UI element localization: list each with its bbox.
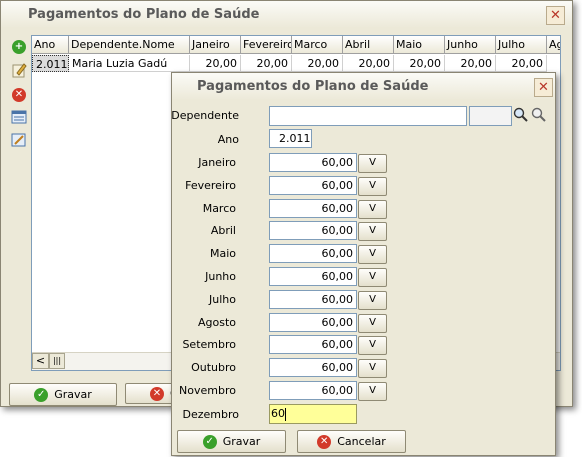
month-field-setembro[interactable]: 60,00	[269, 335, 357, 354]
month-label-junho: Junho	[205, 270, 236, 283]
check-icon: ✓	[34, 387, 49, 402]
month-v-button-julho[interactable]: V	[358, 291, 387, 310]
table-header-marco[interactable]: Marco	[292, 36, 343, 54]
month-value-agosto: 60,00	[321, 316, 354, 329]
month-v-button-novembro[interactable]: V	[358, 382, 387, 401]
back-close-button[interactable]: ✕	[546, 6, 565, 25]
month-value-junho: 60,00	[321, 270, 354, 283]
dezembro-value: 60	[271, 407, 285, 420]
table-cell-junho[interactable]: 20,00	[445, 55, 496, 72]
month-label-agosto: Agosto	[197, 316, 236, 329]
table-cell-julho[interactable]: 20,00	[496, 55, 547, 72]
scroll-left-button[interactable]: <	[32, 353, 49, 369]
back-save-button[interactable]: ✓ Gravar	[9, 383, 117, 406]
front-cancel-button[interactable]: ✕ Cancelar	[297, 430, 406, 453]
month-field-fevereiro[interactable]: 60,00	[269, 176, 357, 195]
month-label-marco: Marco	[202, 202, 236, 215]
front-save-label: Gravar	[222, 435, 261, 448]
month-value-marco: 60,00	[321, 202, 354, 215]
add-icon[interactable]: +	[11, 39, 27, 55]
month-field-outubro[interactable]: 60,00	[269, 358, 357, 377]
edit-icon[interactable]	[11, 62, 27, 78]
dezembro-label: Dezembro	[182, 408, 240, 421]
text-caret	[285, 407, 286, 421]
delete-icon[interactable]: ✕	[11, 87, 27, 103]
month-label-outubro: Outubro	[191, 361, 236, 374]
month-v-button-agosto[interactable]: V	[358, 314, 387, 333]
month-v-button-janeiro[interactable]: V	[358, 154, 387, 173]
cancel-icon: ✕	[150, 386, 164, 401]
month-label-janeiro: Janeiro	[198, 156, 236, 169]
month-v-button-fevereiro[interactable]: V	[358, 177, 387, 196]
back-window-titlebar[interactable]: Pagamentos do Plano de Saúde ✕	[1, 1, 572, 28]
dezembro-field[interactable]: 60	[269, 404, 357, 424]
month-value-novembro: 60,00	[321, 384, 354, 397]
check-icon: ✓	[202, 434, 217, 449]
table-header-fevereiro[interactable]: Fevereiro	[241, 36, 292, 54]
scroll-left-glyph: <	[35, 354, 46, 367]
month-value-maio: 60,00	[321, 247, 354, 260]
table-header-julho[interactable]: Julho	[496, 36, 547, 54]
back-window-title: Pagamentos do Plano de Saúde	[28, 7, 260, 22]
table-header-ano[interactable]: Ano	[32, 36, 69, 54]
table-header-janeiro[interactable]: Janeiro	[190, 36, 241, 54]
view-icon[interactable]	[11, 109, 27, 125]
month-value-abril: 60,00	[321, 224, 354, 237]
month-value-outubro: 60,00	[321, 361, 354, 374]
month-field-janeiro[interactable]: 60,00	[269, 153, 357, 172]
month-value-setembro: 60,00	[321, 338, 354, 351]
month-label-maio: Maio	[209, 247, 236, 260]
table-cell-ano[interactable]: 2.011	[32, 55, 69, 72]
front-cancel-label: Cancelar	[337, 435, 386, 448]
report-icon[interactable]	[11, 132, 27, 148]
scroll-thumb-grip: |||	[52, 356, 62, 365]
month-v-button-marco[interactable]: V	[358, 200, 387, 219]
month-v-button-maio[interactable]: V	[358, 245, 387, 264]
back-save-label: Gravar	[54, 388, 92, 401]
month-field-abril[interactable]: 60,00	[269, 221, 357, 240]
table-header-junho[interactable]: Junho	[445, 36, 496, 54]
table-cell-abril[interactable]: 20,00	[343, 55, 394, 72]
close-icon: ✕	[550, 8, 561, 23]
month-field-agosto[interactable]: 60,00	[269, 313, 357, 332]
month-field-maio[interactable]: 60,00	[269, 244, 357, 263]
table-header-maio[interactable]: Maio	[394, 36, 445, 54]
table-cell-fevereiro[interactable]: 20,00	[241, 55, 292, 72]
month-field-junho[interactable]: 60,00	[269, 267, 357, 286]
table-cell-maio[interactable]: 20,00	[394, 55, 445, 72]
months-list: Janeiro 60,00 V Fevereiro 60,00 V Marco 60,00 V A…	[177, 73, 547, 423]
month-value-julho: 60,00	[321, 293, 354, 306]
month-label-novembro: Novembro	[179, 384, 236, 397]
month-label-setembro: Setembro	[182, 338, 236, 351]
table-cell-janeiro[interactable]: 20,00	[190, 55, 241, 72]
month-label-fevereiro: Fevereiro	[185, 179, 236, 192]
month-label-julho: Julho	[209, 293, 236, 306]
month-value-fevereiro: 60,00	[321, 179, 354, 192]
table-cell-marco[interactable]: 20,00	[292, 55, 343, 72]
cancel-icon: ✕	[317, 434, 332, 449]
front-window: Pagamentos do Plano de Saúde ✕ Dependent…	[171, 72, 556, 456]
table-cell-dependente[interactable]: Maria Luzia Gadú	[69, 55, 190, 72]
month-field-julho[interactable]: 60,00	[269, 290, 357, 309]
table-header-dependente[interactable]: Dependente.Nome	[69, 36, 190, 54]
table-header-agosto[interactable]: Ag	[547, 36, 560, 54]
month-v-button-junho[interactable]: V	[358, 268, 387, 287]
front-save-button[interactable]: ✓ Gravar	[177, 430, 286, 453]
month-v-button-abril[interactable]: V	[358, 222, 387, 241]
month-v-button-outubro[interactable]: V	[358, 359, 387, 378]
month-field-novembro[interactable]: 60,00	[269, 381, 357, 400]
month-v-button-setembro[interactable]: V	[358, 336, 387, 355]
scroll-thumb[interactable]: |||	[49, 353, 65, 369]
month-value-janeiro: 60,00	[321, 156, 354, 169]
month-field-marco[interactable]: 60,00	[269, 199, 357, 218]
month-label-abril: Abril	[210, 224, 236, 237]
table-header-abril[interactable]: Abril	[343, 36, 394, 54]
